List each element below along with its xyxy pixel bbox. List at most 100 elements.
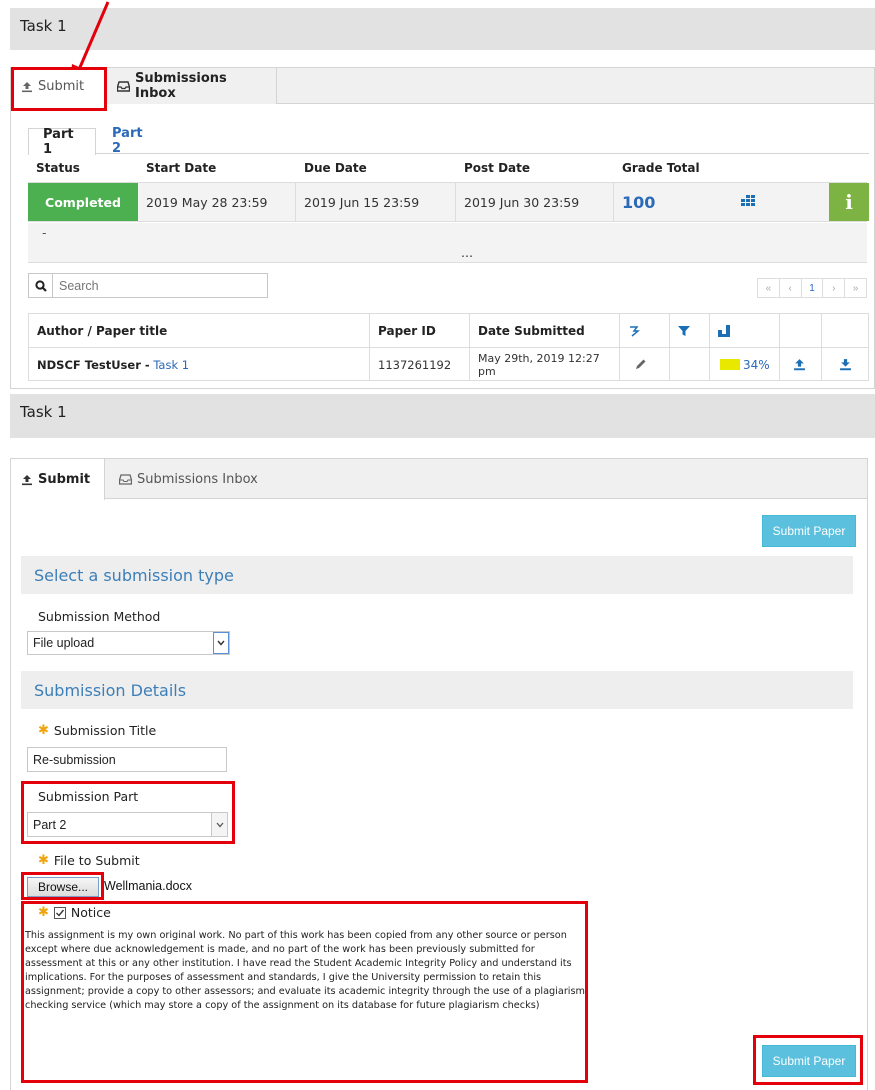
notice-label: ✱ Notice xyxy=(38,905,111,920)
submission-method-label: Submission Method xyxy=(38,609,160,624)
search-box[interactable] xyxy=(28,273,268,298)
similarity-score[interactable]: 34% xyxy=(709,348,779,381)
author-cell: NDSCF TestUser - Task 1 xyxy=(29,348,369,381)
tab-submit[interactable]: Submit xyxy=(11,68,105,105)
submission-title-input[interactable]: Re-submission xyxy=(27,747,227,772)
submission-part-select[interactable]: Part 2 xyxy=(27,812,228,837)
pagination: « ‹ 1 › » xyxy=(757,278,867,298)
tab-inbox-label: Submissions Inbox xyxy=(135,71,227,101)
col-date-submitted[interactable]: Date Submitted xyxy=(469,314,619,347)
more-ellipsis[interactable]: ... xyxy=(453,243,493,262)
section-submission-details: Submission Details xyxy=(21,671,853,709)
pagination-next[interactable]: › xyxy=(823,279,846,297)
pagination-last[interactable]: » xyxy=(845,279,866,297)
notice-label-text: Notice xyxy=(70,905,111,920)
tab-bar: Submit Submissions Inbox xyxy=(11,68,874,105)
filter-icon[interactable] xyxy=(669,314,709,347)
submit-paper-button-top[interactable]: Submit Paper xyxy=(762,515,856,547)
browse-button-label: Browse... xyxy=(37,880,88,894)
inbox-icon xyxy=(119,473,132,485)
notice-checkbox[interactable] xyxy=(53,906,66,919)
status-header-row: Status Start Date Due Date Post Date Gra… xyxy=(28,155,867,181)
status-badge: Completed xyxy=(28,183,138,221)
grade-total-value: 100 xyxy=(622,192,656,212)
file-to-submit-label-text: File to Submit xyxy=(53,853,140,868)
start-date-value: 2019 May 28 23:59 xyxy=(138,183,296,221)
task-title-bottom: Task 1 xyxy=(20,403,67,421)
required-star-icon: ✱ xyxy=(38,905,49,920)
part-details-row: - ... xyxy=(28,223,867,263)
paper-id-value: 1137261192 xyxy=(369,348,469,381)
download-icon[interactable] xyxy=(821,348,870,381)
similarity-column-icon[interactable] xyxy=(709,314,779,347)
required-star-icon: ✱ xyxy=(38,723,49,738)
table-header-row: Author / Paper title Paper ID Date Submi… xyxy=(29,314,868,348)
filter-cell xyxy=(669,348,709,381)
details-heading: Submission Details xyxy=(34,680,187,700)
tab-submit-label: Submit xyxy=(38,79,85,94)
file-to-submit-label: ✱ File to Submit xyxy=(38,853,140,868)
part-tab-1[interactable]: Part 1 xyxy=(28,127,96,157)
assignment-card-top: Submit Submissions Inbox Part 1 Part 2 S… xyxy=(10,67,875,389)
submit-paper-button-bottom[interactable]: Submit Paper xyxy=(762,1045,856,1077)
required-star-icon: ✱ xyxy=(38,853,49,868)
submission-part-label: Submission Part xyxy=(38,789,138,804)
tab-submit-active[interactable]: Submit xyxy=(11,459,105,500)
edit-pencil-icon[interactable] xyxy=(619,348,669,381)
info-button[interactable]: i xyxy=(829,183,869,221)
col-author[interactable]: Author / Paper title xyxy=(29,314,369,347)
grademark-icon[interactable] xyxy=(718,183,778,221)
part-tab-2-label: Part 2 xyxy=(112,126,143,156)
status-badge-label: Completed xyxy=(45,194,121,210)
header-start-date: Start Date xyxy=(146,161,217,175)
submission-method-value: File upload xyxy=(33,636,95,650)
similarity-percent: 34% xyxy=(743,357,770,372)
selected-file-name: Wellmania.docx xyxy=(104,879,193,893)
table-row: NDSCF TestUser - Task 1 1137261192 May 2… xyxy=(29,348,868,381)
submission-title-label: ✱ Submission Title xyxy=(38,723,156,738)
header-grade-total: Grade Total xyxy=(622,161,700,175)
tab-submissions-inbox-bottom[interactable]: Submissions Inbox xyxy=(109,459,268,499)
section-select-type: Select a submission type xyxy=(21,556,853,594)
pagination-page-1[interactable]: 1 xyxy=(802,279,824,297)
pagination-first[interactable]: « xyxy=(758,279,780,297)
status-row: Completed 2019 May 28 23:59 2019 Jun 15 … xyxy=(28,182,869,222)
submission-title-value: Re-submission xyxy=(33,752,116,767)
part-tabs: Part 1 Part 2 xyxy=(28,126,869,157)
similarity-swatch xyxy=(720,359,740,370)
task-header-bottom: Task 1 xyxy=(10,394,875,438)
submission-part-label-text: Submission Part xyxy=(38,789,139,804)
tab-bar-bottom: Submit Submissions Inbox xyxy=(11,459,867,500)
col-paper-id[interactable]: Paper ID xyxy=(369,314,469,347)
submission-method-label-text: Submission Method xyxy=(38,609,161,624)
date-submitted-value: May 29th, 2019 12:27 pm xyxy=(469,348,619,381)
pagination-prev[interactable]: ‹ xyxy=(780,279,802,297)
browse-button[interactable]: Browse... xyxy=(27,877,99,897)
header-post-date: Post Date xyxy=(464,161,531,175)
task-header-top: Task 1 xyxy=(10,8,875,50)
chevron-down-icon[interactable] xyxy=(213,632,229,654)
search-input[interactable] xyxy=(53,277,253,294)
submission-form-card: Submit Submissions Inbox Submit Paper Se… xyxy=(10,458,868,1090)
part-tab-2[interactable]: Part 2 xyxy=(98,126,168,156)
notice-text: This assignment is my own original work.… xyxy=(25,930,585,1011)
upload-icon xyxy=(21,474,33,486)
header-due-date: Due Date xyxy=(304,161,367,175)
resubmit-upload-icon[interactable] xyxy=(779,348,821,381)
submission-title-label-text: Submission Title xyxy=(53,723,157,738)
task-title: Task 1 xyxy=(20,17,67,35)
submission-method-select[interactable]: File upload xyxy=(27,631,230,655)
author-name: NDSCF TestUser - xyxy=(37,357,150,372)
submission-part-value: Part 2 xyxy=(33,817,67,832)
col-upload xyxy=(779,314,821,347)
select-type-heading: Select a submission type xyxy=(34,565,234,585)
chevron-down-icon[interactable] xyxy=(211,813,227,836)
inbox-icon xyxy=(117,80,130,92)
part-tab-1-label: Part 1 xyxy=(43,127,74,157)
tab-submit-label-bottom: Submit xyxy=(38,472,91,487)
col-grademark-icon[interactable] xyxy=(619,314,669,347)
tab-submissions-inbox[interactable]: Submissions Inbox xyxy=(107,68,277,104)
dash-text: - xyxy=(42,225,47,240)
paper-title-link[interactable]: Task 1 xyxy=(153,358,189,372)
search-icon xyxy=(29,274,53,297)
